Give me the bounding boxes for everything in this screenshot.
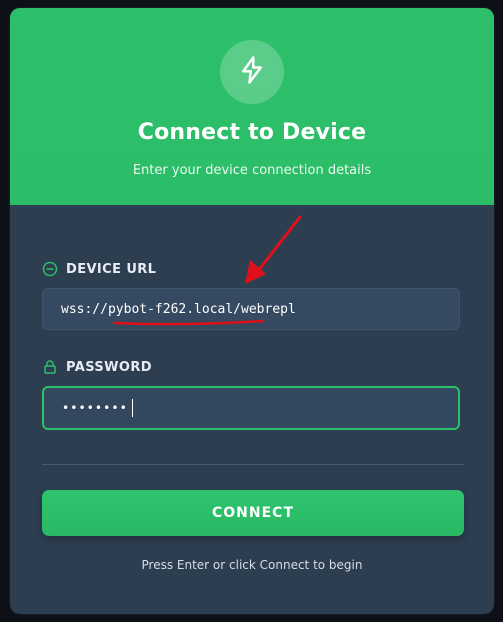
form-divider [42, 464, 464, 465]
window-frame: Connect to Device Enter your device conn… [0, 0, 503, 622]
connect-dialog: Connect to Device Enter your device conn… [10, 8, 494, 614]
password-label: PASSWORD [42, 359, 152, 375]
text-caret [131, 399, 133, 417]
device-url-label-text: DEVICE URL [66, 261, 157, 277]
dialog-title: Connect to Device [137, 120, 367, 145]
lock-icon [42, 359, 58, 375]
connect-hint: Press Enter or click Connect to begin [141, 558, 363, 572]
device-url-value: wss://pybot-f262.local/webrepl [61, 301, 296, 317]
dialog-subtitle: Enter your device connection details [132, 163, 372, 178]
dialog-header: Connect to Device Enter your device conn… [10, 8, 494, 205]
icon-badge [220, 40, 284, 104]
connect-button[interactable]: CONNECT [42, 490, 464, 536]
minus-circle-icon [42, 261, 58, 277]
device-url-label: DEVICE URL [42, 261, 156, 277]
device-url-input[interactable]: wss://pybot-f262.local/webrepl [42, 288, 460, 330]
password-masked-value: •••••••• [62, 401, 128, 415]
lightning-bolt-icon [237, 55, 267, 89]
password-label-text: PASSWORD [66, 359, 152, 375]
password-input[interactable]: •••••••• [42, 386, 460, 430]
